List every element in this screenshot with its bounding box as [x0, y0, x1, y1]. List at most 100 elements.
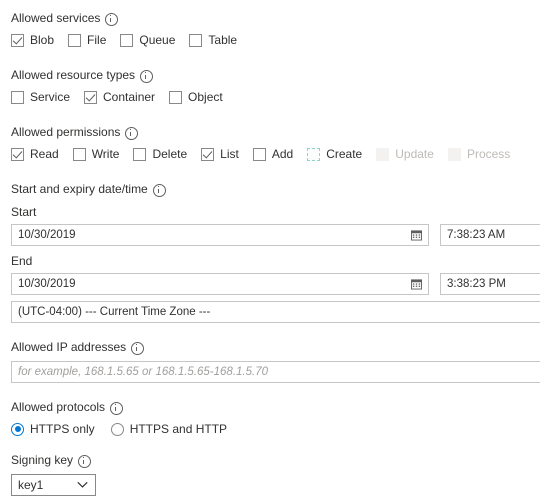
start-date-input[interactable]: 10/30/2019 [11, 224, 429, 246]
datetime-section: Start and expiry date/time Start 10/30/2… [0, 161, 540, 323]
checkbox-table-label: Table [208, 33, 238, 47]
info-icon[interactable] [125, 126, 139, 140]
allowed-protocols-section: Allowed protocols HTTPS only HTTPS and H… [0, 383, 540, 436]
end-label: End [11, 254, 33, 268]
checkbox-process-box [447, 147, 461, 161]
allowed-permissions-section: Allowed permissions Read Write Delete Li… [0, 104, 540, 161]
allowed-protocols-label-text: Allowed protocols [11, 400, 106, 414]
checkbox-object-box[interactable] [169, 90, 183, 104]
checkbox-create[interactable]: Create [307, 147, 362, 161]
end-date-value: 10/30/2019 [18, 278, 76, 290]
checkbox-list[interactable]: List [201, 147, 239, 161]
generate-button-area: Generate SAS and connection string [0, 496, 540, 503]
allowed-resource-types-checkbox-group: Service Container Object [11, 90, 540, 104]
checkbox-update-box [376, 147, 390, 161]
checkbox-delete-box[interactable] [133, 147, 147, 161]
checkbox-write[interactable]: Write [72, 147, 120, 161]
radio-https-only-circle[interactable] [11, 422, 24, 436]
checkbox-read-box[interactable] [11, 147, 24, 161]
end-time-value: 3:38:23 PM [447, 278, 506, 290]
allowed-ip-input[interactable]: for example, 168.1.5.65 or 168.1.5.65-16… [11, 361, 540, 383]
checkbox-add-label: Add [271, 147, 294, 161]
info-icon[interactable] [78, 454, 92, 468]
checkbox-blob-box[interactable] [11, 33, 24, 47]
end-time-input[interactable]: 3:38:23 PM [440, 273, 540, 295]
timezone-select[interactable]: (UTC-04:00) --- Current Time Zone --- [11, 301, 540, 323]
checkbox-container[interactable]: Container [84, 90, 155, 104]
checkbox-write-label: Write [91, 147, 120, 161]
checkbox-object[interactable]: Object [169, 90, 223, 104]
radio-https-only-label: HTTPS only [30, 422, 95, 436]
allowed-permissions-label: Allowed permissions [11, 124, 540, 140]
info-icon[interactable] [110, 401, 124, 415]
datetime-label-text: Start and expiry date/time [11, 182, 148, 196]
allowed-permissions-checkbox-group: Read Write Delete List Add Create Update… [11, 147, 540, 161]
checkbox-file-box[interactable] [68, 33, 82, 47]
start-label: Start [11, 205, 37, 219]
end-datetime-row: 10/30/2019 3:38:23 PM [0, 273, 540, 295]
checkbox-update: Update [376, 147, 434, 161]
start-date-value: 10/30/2019 [18, 229, 76, 241]
checkbox-table-box[interactable] [189, 33, 203, 47]
checkbox-container-box[interactable] [84, 90, 98, 104]
checkbox-table[interactable]: Table [189, 33, 237, 47]
checkbox-read[interactable]: Read [11, 147, 59, 161]
info-icon[interactable] [140, 69, 154, 83]
checkbox-add[interactable]: Add [252, 147, 294, 161]
checkbox-delete-label: Delete [152, 147, 188, 161]
checkbox-service[interactable]: Service [11, 90, 70, 104]
radio-https-and-http[interactable]: HTTPS and HTTP [110, 422, 228, 436]
allowed-ip-label-text: Allowed IP addresses [11, 340, 127, 354]
allowed-resource-types-section: Allowed resource types Service Container… [0, 47, 540, 104]
allowed-services-label-text: Allowed services [11, 11, 101, 25]
checkbox-delete[interactable]: Delete [133, 147, 187, 161]
checkbox-read-label: Read [30, 147, 59, 161]
allowed-permissions-label-text: Allowed permissions [11, 125, 121, 139]
checkbox-service-box[interactable] [11, 90, 24, 104]
checkbox-blob[interactable]: Blob [11, 33, 54, 47]
allowed-protocols-label: Allowed protocols [11, 399, 540, 415]
sas-configuration-form: Allowed services Blob File Queue Table A… [0, 0, 540, 503]
checkbox-object-label: Object [188, 90, 223, 104]
allowed-services-label: Allowed services [11, 10, 540, 26]
allowed-protocols-radio-group: HTTPS only HTTPS and HTTP [11, 422, 540, 436]
allowed-ip-section: Allowed IP addresses for example, 168.1.… [0, 323, 540, 383]
radio-https-only[interactable]: HTTPS only [11, 422, 95, 436]
checkbox-create-label: Create [326, 147, 363, 161]
checkbox-file-label: File [87, 33, 107, 47]
info-icon[interactable] [152, 183, 166, 197]
end-date-input[interactable]: 10/30/2019 [11, 273, 429, 295]
info-icon[interactable] [131, 341, 145, 355]
checkbox-list-box[interactable] [201, 147, 215, 161]
checkbox-write-box[interactable] [72, 147, 86, 161]
checkbox-queue-label: Queue [139, 33, 176, 47]
start-datetime-row: 10/30/2019 7:38:23 AM [0, 224, 540, 246]
calendar-icon[interactable] [411, 279, 422, 290]
radio-https-and-http-circle[interactable] [110, 422, 124, 436]
allowed-resource-types-label: Allowed resource types [11, 67, 540, 83]
checkbox-queue-box[interactable] [120, 33, 134, 47]
start-time-input[interactable]: 7:38:23 AM [440, 224, 540, 246]
checkbox-queue[interactable]: Queue [120, 33, 175, 47]
calendar-icon[interactable] [411, 230, 422, 241]
signing-key-label-text: Signing key [11, 453, 74, 467]
info-icon[interactable] [105, 12, 119, 26]
checkbox-file[interactable]: File [68, 33, 106, 47]
allowed-services-section: Allowed services Blob File Queue Table [0, 0, 540, 47]
start-time-value: 7:38:23 AM [447, 229, 506, 241]
timezone-value: (UTC-04:00) --- Current Time Zone --- [18, 306, 211, 318]
checkbox-process: Process [447, 147, 511, 161]
checkbox-service-label: Service [30, 90, 71, 104]
datetime-label: Start and expiry date/time [11, 181, 540, 197]
checkbox-add-box[interactable] [252, 147, 266, 161]
checkbox-process-label: Process [466, 147, 511, 161]
signing-key-label: Signing key [11, 452, 540, 468]
checkbox-list-label: List [220, 147, 239, 161]
radio-https-and-http-label: HTTPS and HTTP [129, 422, 228, 436]
checkbox-create-box[interactable] [307, 147, 321, 161]
signing-key-select[interactable]: key1 [11, 474, 96, 496]
chevron-down-icon[interactable] [77, 481, 88, 489]
signing-key-value: key1 [18, 478, 44, 492]
checkbox-container-label: Container [103, 90, 156, 104]
allowed-ip-placeholder: for example, 168.1.5.65 or 168.1.5.65-16… [18, 366, 268, 378]
